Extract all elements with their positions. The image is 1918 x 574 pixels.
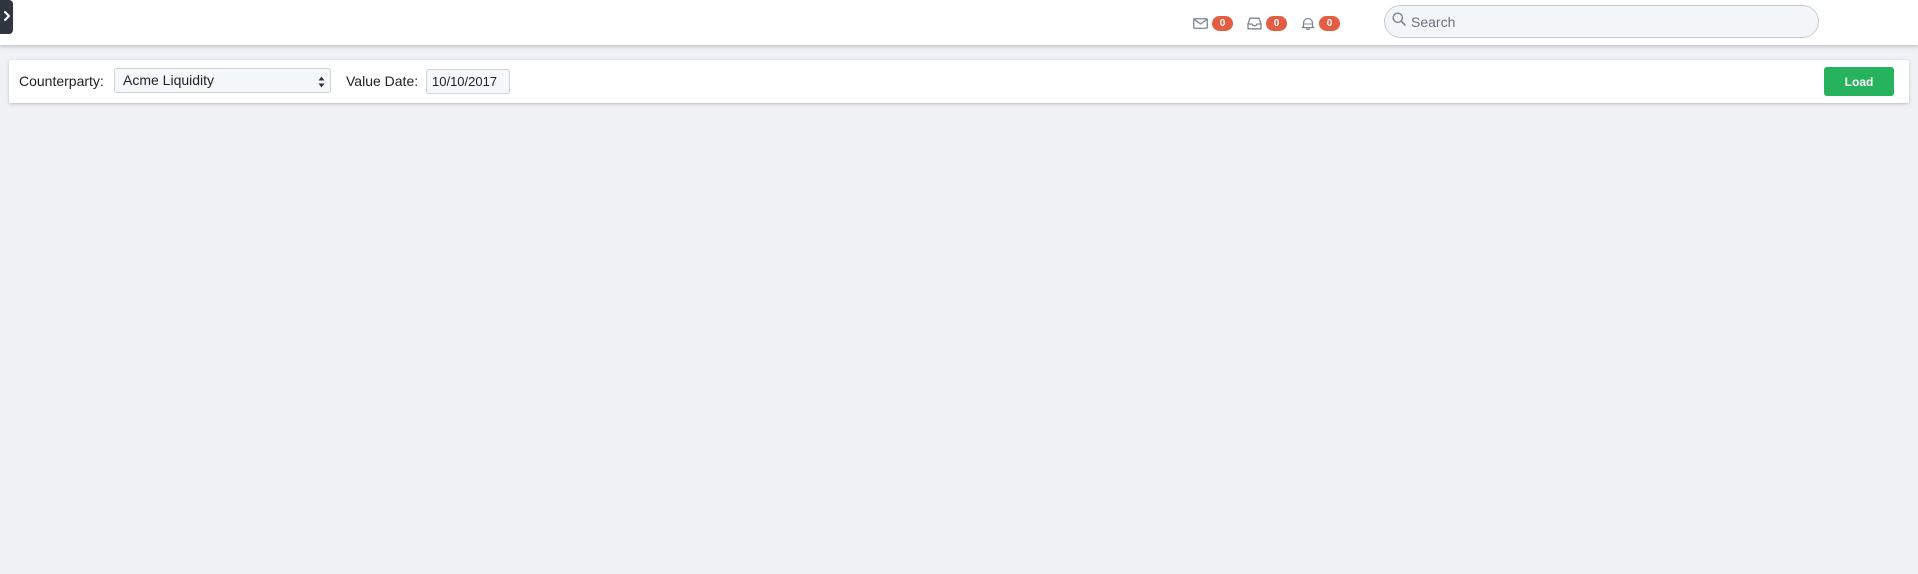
bell-icon	[1301, 17, 1315, 30]
inbox-icon	[1247, 17, 1262, 30]
sidebar-toggle-button[interactable]	[0, 0, 13, 34]
alerts-notification[interactable]: 0	[1301, 16, 1340, 31]
load-button[interactable]: Load	[1824, 67, 1894, 96]
content-area	[0, 110, 1918, 574]
alerts-count-badge: 0	[1319, 16, 1340, 31]
messages-count-badge: 0	[1212, 16, 1233, 31]
inbox-count-badge: 0	[1266, 16, 1287, 31]
chevron-right-icon	[3, 8, 11, 26]
search-icon	[1392, 12, 1406, 31]
search-input[interactable]	[1411, 13, 1811, 30]
counterparty-select[interactable]: Acme Liquidity	[114, 68, 331, 93]
messages-notification[interactable]: 0	[1193, 16, 1233, 31]
filter-panel: Counterparty: Acme Liquidity Value Date:…	[9, 60, 1909, 103]
counterparty-label: Counterparty:	[19, 73, 104, 89]
inbox-notification[interactable]: 0	[1247, 16, 1287, 31]
top-header: 0 0 0	[0, 0, 1918, 45]
mail-icon	[1193, 18, 1208, 29]
select-arrows-icon	[318, 73, 325, 88]
search-box[interactable]	[1384, 5, 1819, 38]
counterparty-selected-value: Acme Liquidity	[123, 72, 215, 88]
value-date-label: Value Date:	[346, 73, 419, 89]
value-date-input[interactable]	[426, 69, 510, 94]
